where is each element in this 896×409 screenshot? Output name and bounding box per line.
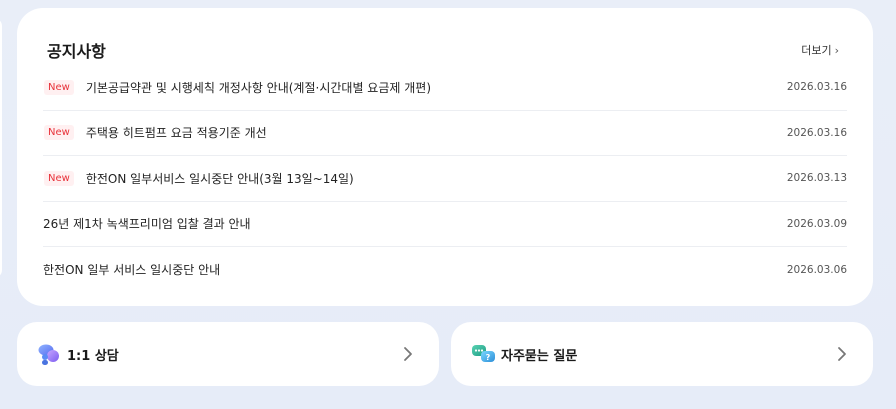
notice-row[interactable]: New 한전ON 일부서비스 일시중단 안내(3월 13일~14일) 2026.… bbox=[43, 156, 847, 202]
notice-item-date: 2026.03.09 bbox=[786, 217, 847, 230]
more-link-label: 더보기 bbox=[801, 44, 832, 57]
faq-bubbles-icon: ? bbox=[471, 342, 497, 366]
notice-title: 공지사항 bbox=[47, 42, 106, 61]
notice-card: 공지사항 더보기 › New 기본공급약관 및 시행세칙 개정사항 안내(계절·… bbox=[17, 8, 873, 306]
notice-item-date: 2026.03.16 bbox=[786, 81, 847, 94]
new-badge: New bbox=[44, 125, 74, 141]
notice-list: New 기본공급약관 및 시행세칙 개정사항 안내(계절·시간대별 요금제 개편… bbox=[43, 65, 847, 293]
left-panel-edge bbox=[0, 18, 2, 278]
consult-card-label: 1:1 상담 bbox=[67, 348, 119, 364]
svg-text:?: ? bbox=[486, 353, 491, 362]
faq-card[interactable]: ? 자주묻는 질문 bbox=[451, 322, 873, 386]
notice-item-title: 26년 제1차 녹색프리미엄 입찰 결과 안내 bbox=[43, 217, 251, 232]
notice-item-title: 한전ON 일부서비스 일시중단 안내(3월 13일~14일) bbox=[85, 171, 354, 186]
notice-item-date: 2026.03.13 bbox=[786, 172, 847, 185]
notice-row[interactable]: New 주택용 히트펌프 요금 적용기준 개선 2026.03.16 bbox=[43, 111, 847, 156]
notice-row[interactable]: 26년 제1차 녹색프리미엄 입찰 결과 안내 2026.03.09 bbox=[43, 202, 847, 247]
new-badge: New bbox=[44, 79, 74, 95]
chevron-right-icon bbox=[404, 347, 412, 361]
notice-item-date: 2026.03.16 bbox=[786, 126, 847, 139]
notice-item-title: 기본공급약관 및 시행세칙 개정사항 안내(계절·시간대별 요금제 개편) bbox=[85, 80, 431, 95]
notice-item-date: 2026.03.06 bbox=[786, 263, 847, 276]
notice-item-title: 한전ON 일부 서비스 일시중단 안내 bbox=[43, 263, 221, 278]
notice-row[interactable]: New 기본공급약관 및 시행세칙 개정사항 안내(계절·시간대별 요금제 개편… bbox=[43, 65, 847, 111]
chevron-right-icon bbox=[838, 347, 846, 361]
more-link[interactable]: 더보기 › bbox=[801, 42, 839, 58]
notice-row[interactable]: 한전ON 일부 서비스 일시중단 안내 2026.03.06 bbox=[43, 247, 847, 293]
notice-header: 공지사항 더보기 › bbox=[47, 38, 839, 62]
chat-bubbles-icon bbox=[37, 342, 63, 366]
faq-card-label: 자주묻는 질문 bbox=[501, 348, 578, 364]
consult-card[interactable]: 1:1 상담 bbox=[17, 322, 439, 386]
notice-item-title: 주택용 히트펌프 요금 적용기준 개선 bbox=[85, 126, 267, 141]
chevron-right-icon: › bbox=[834, 43, 839, 57]
new-badge: New bbox=[44, 170, 74, 186]
